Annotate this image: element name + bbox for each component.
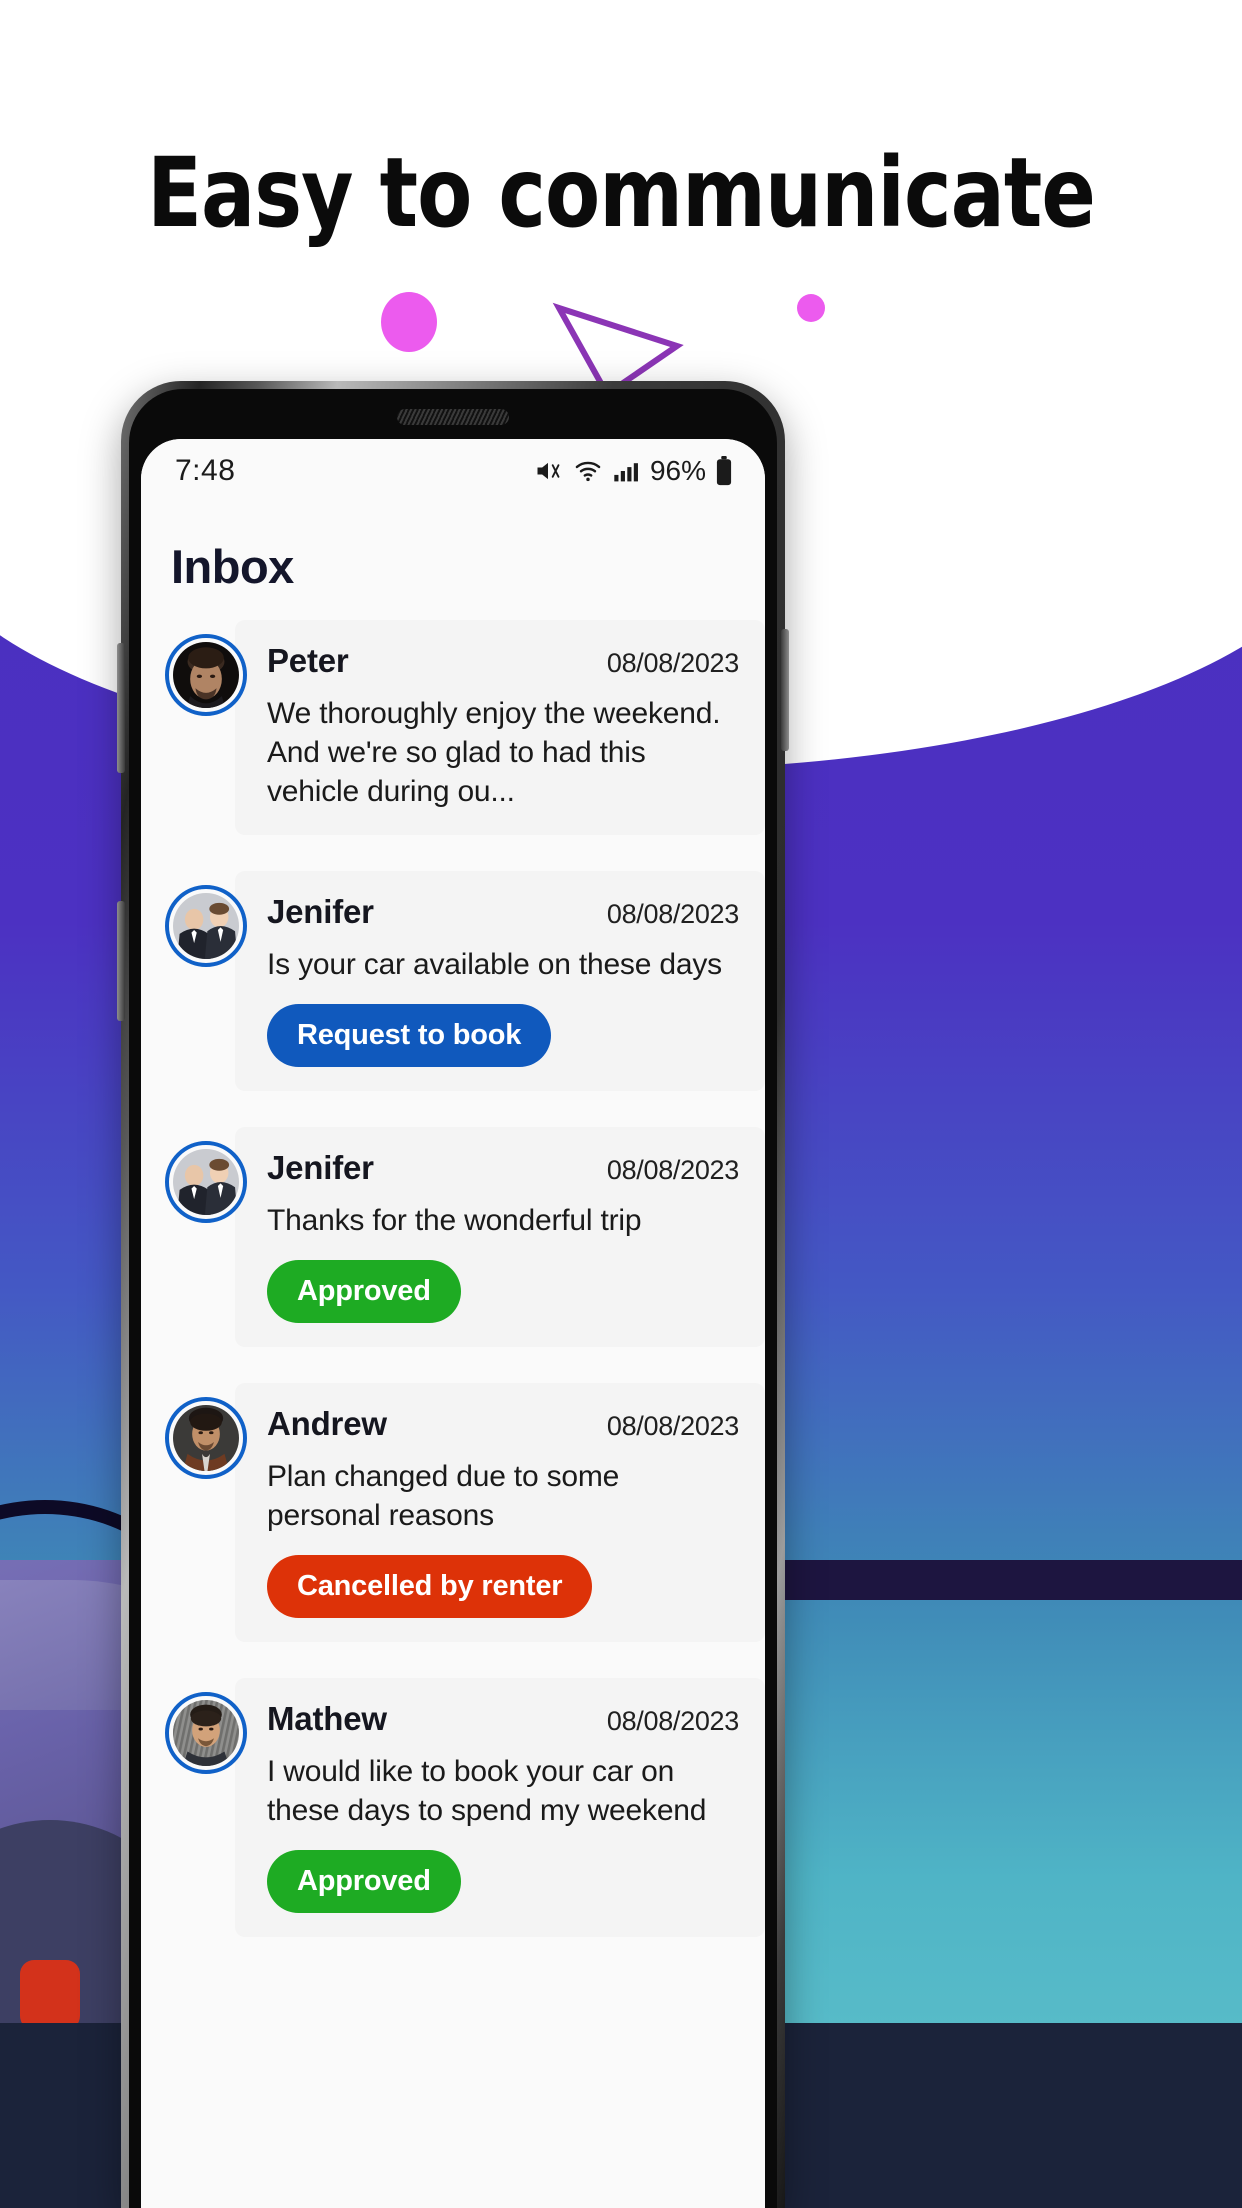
car-taillight <box>20 1960 80 2030</box>
avatar-image <box>173 1405 239 1471</box>
message-preview: Thanks for the wonderful trip <box>267 1204 642 1237</box>
message-card[interactable]: Andrew 08/08/2023 Plan changed due to so… <box>235 1383 765 1642</box>
message-list: Peter 08/08/2023 We thoroughly enjoy the… <box>141 620 765 1937</box>
status-badge[interactable]: Cancelled by renter <box>267 1555 593 1618</box>
magenta-circle-icon <box>381 292 437 352</box>
page-title: Easy to communicate <box>147 137 1096 249</box>
avatar[interactable] <box>165 1397 247 1479</box>
list-item[interactable]: Jenifer 08/08/2023 Thanks for the wonder… <box>141 1127 765 1347</box>
volume-down-button[interactable] <box>117 901 125 1021</box>
inbox-screen: Inbox Peter 08/08/2023 We thoroughly enj… <box>141 503 765 2208</box>
mute-icon <box>537 462 560 480</box>
message-header: Jenifer 08/08/2023 <box>267 1149 739 1187</box>
status-badge[interactable]: Approved <box>267 1260 461 1323</box>
status-bar: 7:48 96% <box>141 439 765 503</box>
message-date: 08/08/2023 <box>606 1706 739 1736</box>
message-date: 08/08/2023 <box>606 1411 739 1441</box>
avatar-image <box>173 642 239 708</box>
phone-screen: 7:48 96% Inbox Peter 08/08/2023 We thoro… <box>141 439 765 2208</box>
message-card[interactable]: Mathew 08/08/2023 I would like to book y… <box>235 1678 765 1937</box>
phone-mockup: 7:48 96% Inbox Peter 08/08/2023 We thoro… <box>117 381 789 2208</box>
message-header: Mathew 08/08/2023 <box>267 1700 739 1738</box>
battery-icon <box>716 456 732 486</box>
avatar[interactable] <box>165 1141 247 1223</box>
sender-name: Peter <box>267 642 349 679</box>
message-header: Andrew 08/08/2023 <box>267 1405 739 1443</box>
sender-name: Andrew <box>267 1405 387 1442</box>
battery-percent-label: 96% <box>649 455 706 486</box>
message-card[interactable]: Jenifer 08/08/2023 Thanks for the wonder… <box>235 1127 765 1347</box>
message-card[interactable]: Jenifer 08/08/2023 Is your car available… <box>235 871 765 1091</box>
power-button[interactable] <box>781 629 789 751</box>
message-preview: We thoroughly enjoy the weekend. And we'… <box>267 697 721 808</box>
message-preview: Is your car available on these days <box>267 948 722 981</box>
message-date: 08/08/2023 <box>606 899 739 929</box>
earpiece-speaker <box>397 409 509 425</box>
message-date: 08/08/2023 <box>606 1155 739 1185</box>
message-header: Jenifer 08/08/2023 <box>267 893 739 931</box>
sender-name: Jenifer <box>267 1149 374 1186</box>
status-bar-icons: 96% <box>533 455 733 487</box>
message-preview: I would like to book your car on these d… <box>267 1755 707 1827</box>
message-date: 08/08/2023 <box>606 648 739 678</box>
inbox-heading: Inbox <box>171 540 294 593</box>
avatar-image <box>173 1149 239 1215</box>
status-bar-time: 7:48 <box>175 454 236 487</box>
avatar[interactable] <box>165 885 247 967</box>
message-card[interactable]: Peter 08/08/2023 We thoroughly enjoy the… <box>235 620 765 835</box>
list-item[interactable]: Jenifer 08/08/2023 Is your car available… <box>141 871 765 1091</box>
list-item[interactable]: Mathew 08/08/2023 I would like to book y… <box>141 1678 765 1937</box>
signal-icon <box>614 463 638 482</box>
request-to-book-button[interactable]: Request to book <box>267 1004 552 1067</box>
wifi-icon <box>575 461 601 482</box>
avatar-image <box>173 893 239 959</box>
list-item[interactable]: Peter 08/08/2023 We thoroughly enjoy the… <box>141 620 765 835</box>
avatar-image <box>173 1700 239 1766</box>
sender-name: Mathew <box>267 1700 387 1737</box>
avatar[interactable] <box>165 1692 247 1774</box>
sender-name: Jenifer <box>267 893 374 930</box>
promo-screenshot: Easy to communicate 7:48 96% Inbox Peter… <box>0 0 1242 2208</box>
message-preview: Plan changed due to some personal reason… <box>267 1460 620 1532</box>
status-badge[interactable]: Approved <box>267 1850 461 1913</box>
list-item[interactable]: Andrew 08/08/2023 Plan changed due to so… <box>141 1383 765 1642</box>
avatar[interactable] <box>165 634 247 716</box>
magenta-dot-icon <box>797 294 825 322</box>
volume-up-button[interactable] <box>117 643 125 773</box>
message-header: Peter 08/08/2023 <box>267 642 739 680</box>
